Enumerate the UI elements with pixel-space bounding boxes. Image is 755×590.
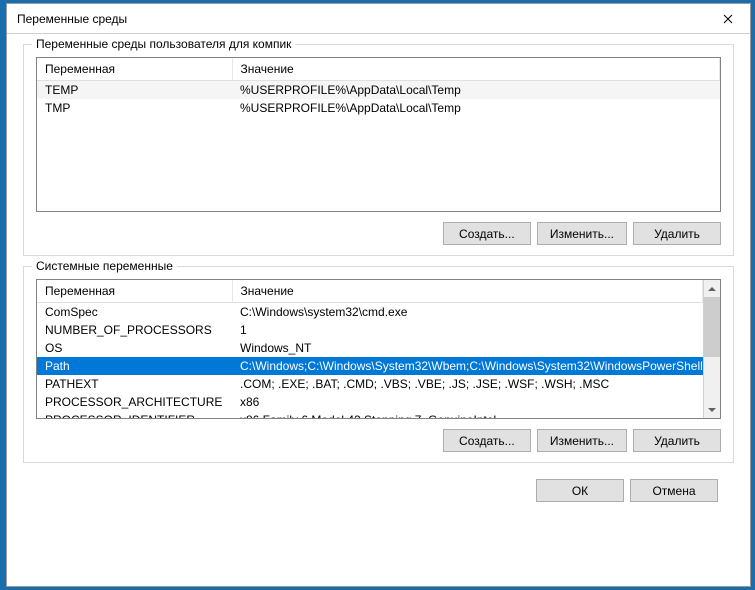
var-value-cell: .COM; .EXE; .BAT; .CMD; .VBS; .VBE; .JS;…	[232, 375, 703, 393]
var-name-cell: TMP	[37, 99, 232, 117]
column-header-name[interactable]: Переменная	[37, 58, 232, 81]
close-icon	[723, 14, 733, 24]
scroll-up-button[interactable]	[704, 280, 720, 297]
create-button[interactable]: Создать...	[443, 222, 531, 245]
table-row[interactable]: Path C:\Windows;C:\Windows\System32\Wbem…	[37, 357, 703, 375]
table-row[interactable]: PROCESSOR_ARCHITECTURE x86	[37, 393, 703, 411]
system-vars-label: Системные переменные	[32, 259, 177, 273]
scrollbar[interactable]	[703, 280, 720, 418]
var-name-cell: TEMP	[37, 81, 232, 100]
table-row[interactable]: ComSpec C:\Windows\system32\cmd.exe	[37, 303, 703, 322]
var-value-cell: C:\Windows;C:\Windows\System32\Wbem;C:\W…	[232, 357, 703, 375]
column-header-value[interactable]: Значение	[232, 58, 720, 81]
column-header-name[interactable]: Переменная	[37, 280, 232, 303]
user-vars-buttons: Создать... Изменить... Удалить	[36, 222, 721, 245]
user-vars-group: Переменные среды пользователя для компик…	[23, 44, 734, 256]
var-name-cell: PROCESSOR_IDENTIFIER	[37, 411, 232, 418]
var-name-cell: PATHEXT	[37, 375, 232, 393]
ok-button[interactable]: ОК	[536, 479, 624, 502]
var-value-cell: 1	[232, 321, 703, 339]
system-vars-table[interactable]: Переменная Значение ComSpec C:\Windows\s…	[36, 279, 721, 419]
var-name-cell: Path	[37, 357, 232, 375]
env-vars-dialog: Переменные среды Переменные среды пользо…	[6, 3, 751, 587]
var-value-cell: x86 Family 6 Model 42 Stepping 7, Genuin…	[232, 411, 703, 418]
create-button[interactable]: Создать...	[443, 429, 531, 452]
edit-button[interactable]: Изменить...	[537, 429, 627, 452]
scroll-track[interactable]	[704, 357, 720, 401]
scroll-thumb[interactable]	[704, 297, 720, 357]
window-title: Переменные среды	[17, 12, 127, 26]
chevron-up-icon	[708, 285, 716, 293]
delete-button[interactable]: Удалить	[633, 222, 721, 245]
scroll-down-button[interactable]	[704, 401, 720, 418]
var-value-cell: %USERPROFILE%\AppData\Local\Temp	[232, 99, 720, 117]
cancel-button[interactable]: Отмена	[630, 479, 718, 502]
var-name-cell: OS	[37, 339, 232, 357]
var-name-cell: PROCESSOR_ARCHITECTURE	[37, 393, 232, 411]
system-vars-buttons: Создать... Изменить... Удалить	[36, 429, 721, 452]
dialog-footer: ОК Отмена	[23, 473, 734, 502]
user-vars-table[interactable]: Переменная Значение TEMP %USERPROFILE%\A…	[36, 57, 721, 212]
delete-button[interactable]: Удалить	[633, 429, 721, 452]
edit-button[interactable]: Изменить...	[537, 222, 627, 245]
table-row[interactable]: NUMBER_OF_PROCESSORS 1	[37, 321, 703, 339]
var-name-cell: NUMBER_OF_PROCESSORS	[37, 321, 232, 339]
close-button[interactable]	[705, 4, 750, 33]
titlebar: Переменные среды	[7, 4, 750, 34]
user-vars-label: Переменные среды пользователя для компик	[32, 37, 295, 51]
var-name-cell: ComSpec	[37, 303, 232, 322]
table-row[interactable]: TMP %USERPROFILE%\AppData\Local\Temp	[37, 99, 720, 117]
system-vars-group: Системные переменные Переменная Значение…	[23, 266, 734, 463]
table-row[interactable]: PATHEXT .COM; .EXE; .BAT; .CMD; .VBS; .V…	[37, 375, 703, 393]
table-row[interactable]: OS Windows_NT	[37, 339, 703, 357]
column-header-value[interactable]: Значение	[232, 280, 703, 303]
content-area: Переменные среды пользователя для компик…	[7, 34, 750, 586]
table-row[interactable]: TEMP %USERPROFILE%\AppData\Local\Temp	[37, 81, 720, 100]
table-row[interactable]: PROCESSOR_IDENTIFIER x86 Family 6 Model …	[37, 411, 703, 418]
var-value-cell: x86	[232, 393, 703, 411]
var-value-cell: C:\Windows\system32\cmd.exe	[232, 303, 703, 322]
var-value-cell: %USERPROFILE%\AppData\Local\Temp	[232, 81, 720, 100]
chevron-down-icon	[708, 406, 716, 414]
var-value-cell: Windows_NT	[232, 339, 703, 357]
